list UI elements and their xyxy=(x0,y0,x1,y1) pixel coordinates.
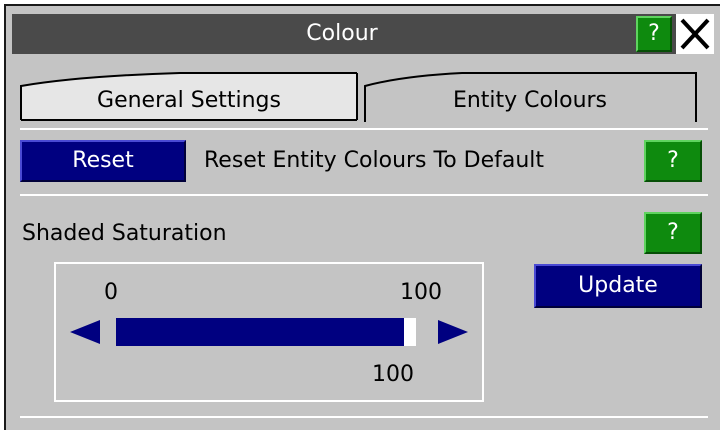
arrow-left-icon xyxy=(70,320,100,344)
slider-increment-button[interactable] xyxy=(436,318,470,350)
tab-general-settings[interactable]: General Settings xyxy=(20,70,358,122)
tab-general-settings-label: General Settings xyxy=(97,88,281,113)
close-icon xyxy=(680,18,710,50)
slider-max-label: 100 xyxy=(400,280,442,305)
shaded-saturation-label: Shaded Saturation xyxy=(22,221,227,246)
slider-decrement-button[interactable] xyxy=(68,318,102,350)
title-help-button[interactable]: ? xyxy=(636,16,672,52)
close-button[interactable] xyxy=(676,14,714,54)
reset-description: Reset Entity Colours To Default xyxy=(204,148,545,173)
tab-entity-colours[interactable]: Entity Colours xyxy=(362,70,698,122)
slider-min-label: 0 xyxy=(104,280,118,305)
tab-entity-colours-label: Entity Colours xyxy=(452,88,608,113)
window-title: Colour xyxy=(306,21,378,46)
saturation-help-button[interactable]: ? xyxy=(644,212,702,254)
arrow-right-icon xyxy=(438,320,468,344)
reset-button[interactable]: Reset xyxy=(20,140,186,182)
divider xyxy=(20,194,708,196)
saturation-slider[interactable] xyxy=(116,318,416,346)
title-bar: Colour xyxy=(12,14,712,54)
update-button[interactable]: Update xyxy=(534,264,702,308)
slider-thumb[interactable] xyxy=(402,318,416,346)
divider xyxy=(20,128,708,130)
slider-fill xyxy=(116,318,402,346)
divider xyxy=(20,416,708,418)
reset-help-button[interactable]: ? xyxy=(644,140,702,182)
slider-current-value: 100 xyxy=(372,362,414,387)
